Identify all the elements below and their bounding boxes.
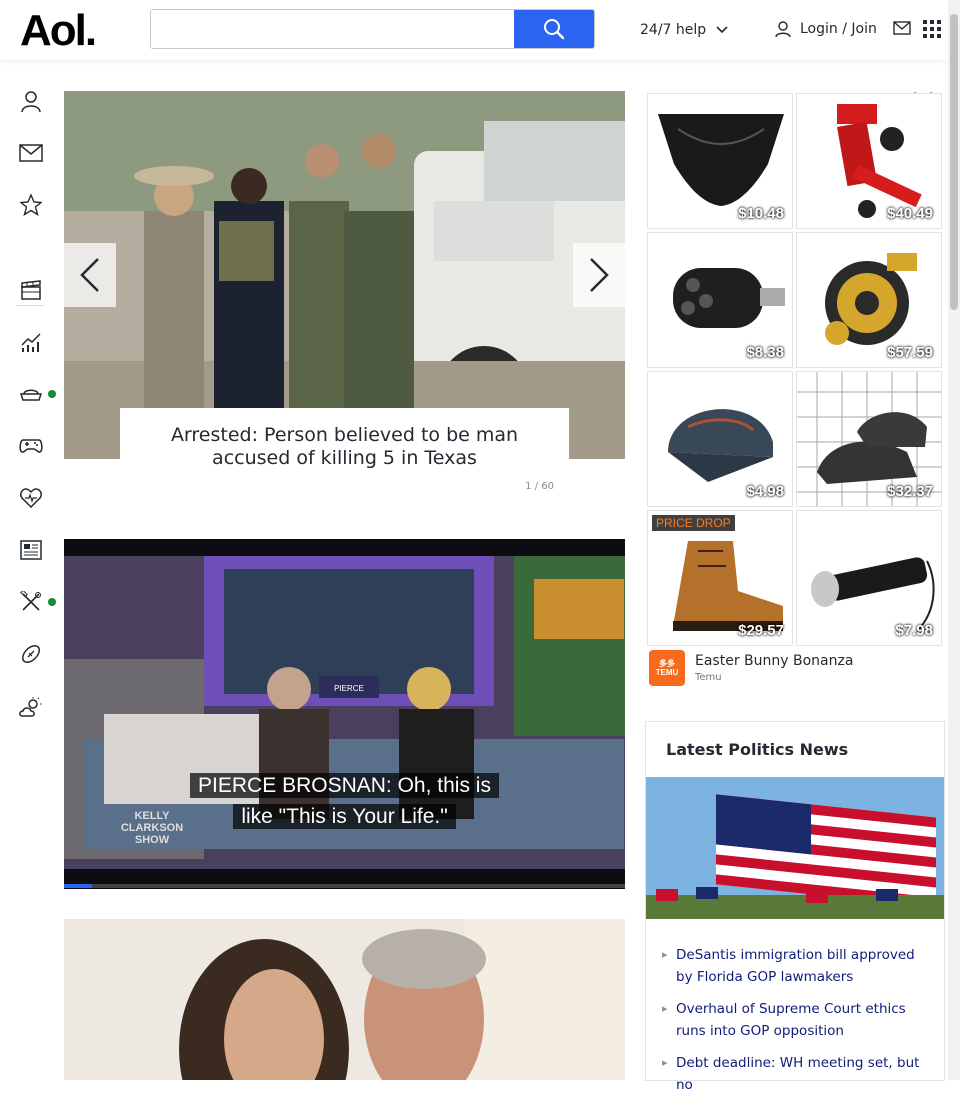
ad-price: $8.38 xyxy=(746,344,784,361)
food-icon xyxy=(19,389,43,401)
video-progress-fill xyxy=(64,884,93,888)
slideshow-caption[interactable]: Arrested: Person believed to be man accu… xyxy=(120,408,569,470)
user-icon xyxy=(775,21,791,38)
ad-price: $10.48 xyxy=(738,205,784,222)
sidebar-item-profile[interactable] xyxy=(18,88,44,114)
video-progress-bar[interactable] xyxy=(64,884,625,888)
star-icon xyxy=(20,194,42,216)
search-bar xyxy=(150,9,595,49)
video-subtitle: PIERCE BROSNAN: Oh, this is like "This i… xyxy=(64,770,625,832)
help-menu[interactable]: 24/7 help xyxy=(640,22,728,38)
sidebar-item-finance[interactable] xyxy=(18,329,44,355)
clapperboard-icon xyxy=(21,280,41,300)
sidebar-item-food[interactable] xyxy=(18,381,44,407)
sidebar-divider xyxy=(16,305,44,306)
sidebar-item-news[interactable] xyxy=(18,537,44,563)
politics-news-box: Latest Politics News DeSantis immigratio… xyxy=(645,721,945,1093)
talk-show-frame: PIERCE KELLY CLARKSON SHOW xyxy=(64,539,625,889)
ad-price: $40.49 xyxy=(887,205,933,222)
video-player[interactable]: PIERCE KELLY CLARKSON SHOW xyxy=(64,539,625,889)
price-drop-badge: PRICE DROP xyxy=(652,515,735,531)
subtitle-line-2: like "This is Your Life." xyxy=(233,804,456,829)
sponsored-ad-link[interactable]: 多多 TEMU Easter Bunny Bonanza Temu xyxy=(649,650,853,686)
ad-tile[interactable]: $4.98 xyxy=(647,371,793,507)
search-input[interactable] xyxy=(151,10,516,48)
sidebar-item-health[interactable] xyxy=(18,485,44,511)
tools-icon xyxy=(20,591,41,611)
sidebar-item-favorites[interactable] xyxy=(18,192,44,218)
sponsor-title: Easter Bunny Bonanza xyxy=(695,653,854,669)
sidebar-item-games[interactable] xyxy=(18,433,44,459)
show-logo-line3: SHOW xyxy=(135,834,170,846)
headline-link[interactable]: DeSantis immigration bill approved by Fl… xyxy=(662,944,932,988)
headline-link[interactable]: Overhaul of Supreme Court ethics runs in… xyxy=(662,998,932,1042)
temu-logo: 多多 TEMU xyxy=(649,650,685,686)
newspaper-icon xyxy=(20,540,42,560)
politics-title[interactable]: Latest Politics News xyxy=(666,740,848,759)
subtitle-line-1: PIERCE BROSNAN: Oh, this is xyxy=(190,773,499,798)
story-image[interactable] xyxy=(64,919,625,1080)
chart-icon xyxy=(21,333,41,352)
slideshow-image[interactable] xyxy=(64,91,625,459)
slideshow-prev-button[interactable] xyxy=(64,243,116,307)
ad-tile[interactable]: $10.48 xyxy=(647,93,793,229)
headline-link[interactable]: Debt deadline: WH meeting set, but no xyxy=(662,1052,932,1096)
food-notification-dot xyxy=(48,390,56,398)
aol-logo[interactable]: Aol. xyxy=(20,6,97,56)
slideshow-counter: 1 / 60 xyxy=(525,481,554,492)
heart-icon xyxy=(20,488,42,508)
scrollbar-thumb[interactable] xyxy=(950,14,958,310)
ad-tile[interactable]: $8.38 xyxy=(647,232,793,368)
help-label: 24/7 help xyxy=(640,22,707,38)
sidebar-item-entertainment[interactable] xyxy=(18,277,44,303)
politics-image[interactable] xyxy=(646,777,944,919)
slideshow-next-button[interactable] xyxy=(573,243,625,307)
politics-headline-list: DeSantis immigration bill approved by Fl… xyxy=(662,944,932,1106)
sidebar-item-sports[interactable] xyxy=(18,641,44,667)
set-sign-text: PIERCE xyxy=(334,684,364,693)
ad-tile[interactable]: PRICE DROP $29.57 xyxy=(647,510,793,646)
chevron-down-icon xyxy=(716,26,728,34)
ad-tile[interactable]: $57.59 xyxy=(796,232,942,368)
lifestyle-notification-dot xyxy=(48,598,56,606)
ad-price: $57.59 xyxy=(887,344,933,361)
temu-logo-line2: TEMU xyxy=(655,668,679,677)
chevron-left-icon xyxy=(80,258,99,292)
sidebar-item-mail[interactable] xyxy=(18,140,44,166)
sidebar xyxy=(0,60,60,1080)
temu-logo-line1: 多多 xyxy=(658,659,675,668)
sidebar-item-lifestyle[interactable] xyxy=(18,589,44,615)
page-scrollbar[interactable] xyxy=(948,0,960,1080)
login-label: Login / Join xyxy=(800,21,877,37)
sponsor-brand: Temu xyxy=(695,672,722,683)
flag-photo xyxy=(646,777,944,919)
ad-tile[interactable]: $7.98 xyxy=(796,510,942,646)
ad-tile[interactable]: $40.49 xyxy=(796,93,942,229)
weather-icon xyxy=(19,697,42,717)
login-button[interactable]: Login / Join xyxy=(774,20,877,38)
gamepad-icon xyxy=(19,439,43,453)
mail-icon xyxy=(19,144,43,162)
ad-tile[interactable]: $32.37 xyxy=(796,371,942,507)
couple-photo xyxy=(64,919,625,1080)
search-button[interactable] xyxy=(514,10,594,48)
ad-price: $4.98 xyxy=(746,483,784,500)
ad-price: $7.98 xyxy=(895,622,933,639)
sidebar-item-weather[interactable] xyxy=(18,694,44,720)
mail-icon[interactable] xyxy=(893,20,911,36)
search-icon xyxy=(544,19,565,40)
header: Aol. 24/7 help Login / Join xyxy=(0,0,948,60)
ad-price: $32.37 xyxy=(887,483,933,500)
apps-grid-icon[interactable] xyxy=(923,20,941,38)
football-icon xyxy=(22,645,40,663)
chevron-right-icon xyxy=(590,258,609,292)
user-icon xyxy=(21,91,41,113)
ad-price: $29.57 xyxy=(738,622,784,639)
arrest-scene-photo xyxy=(64,91,625,459)
